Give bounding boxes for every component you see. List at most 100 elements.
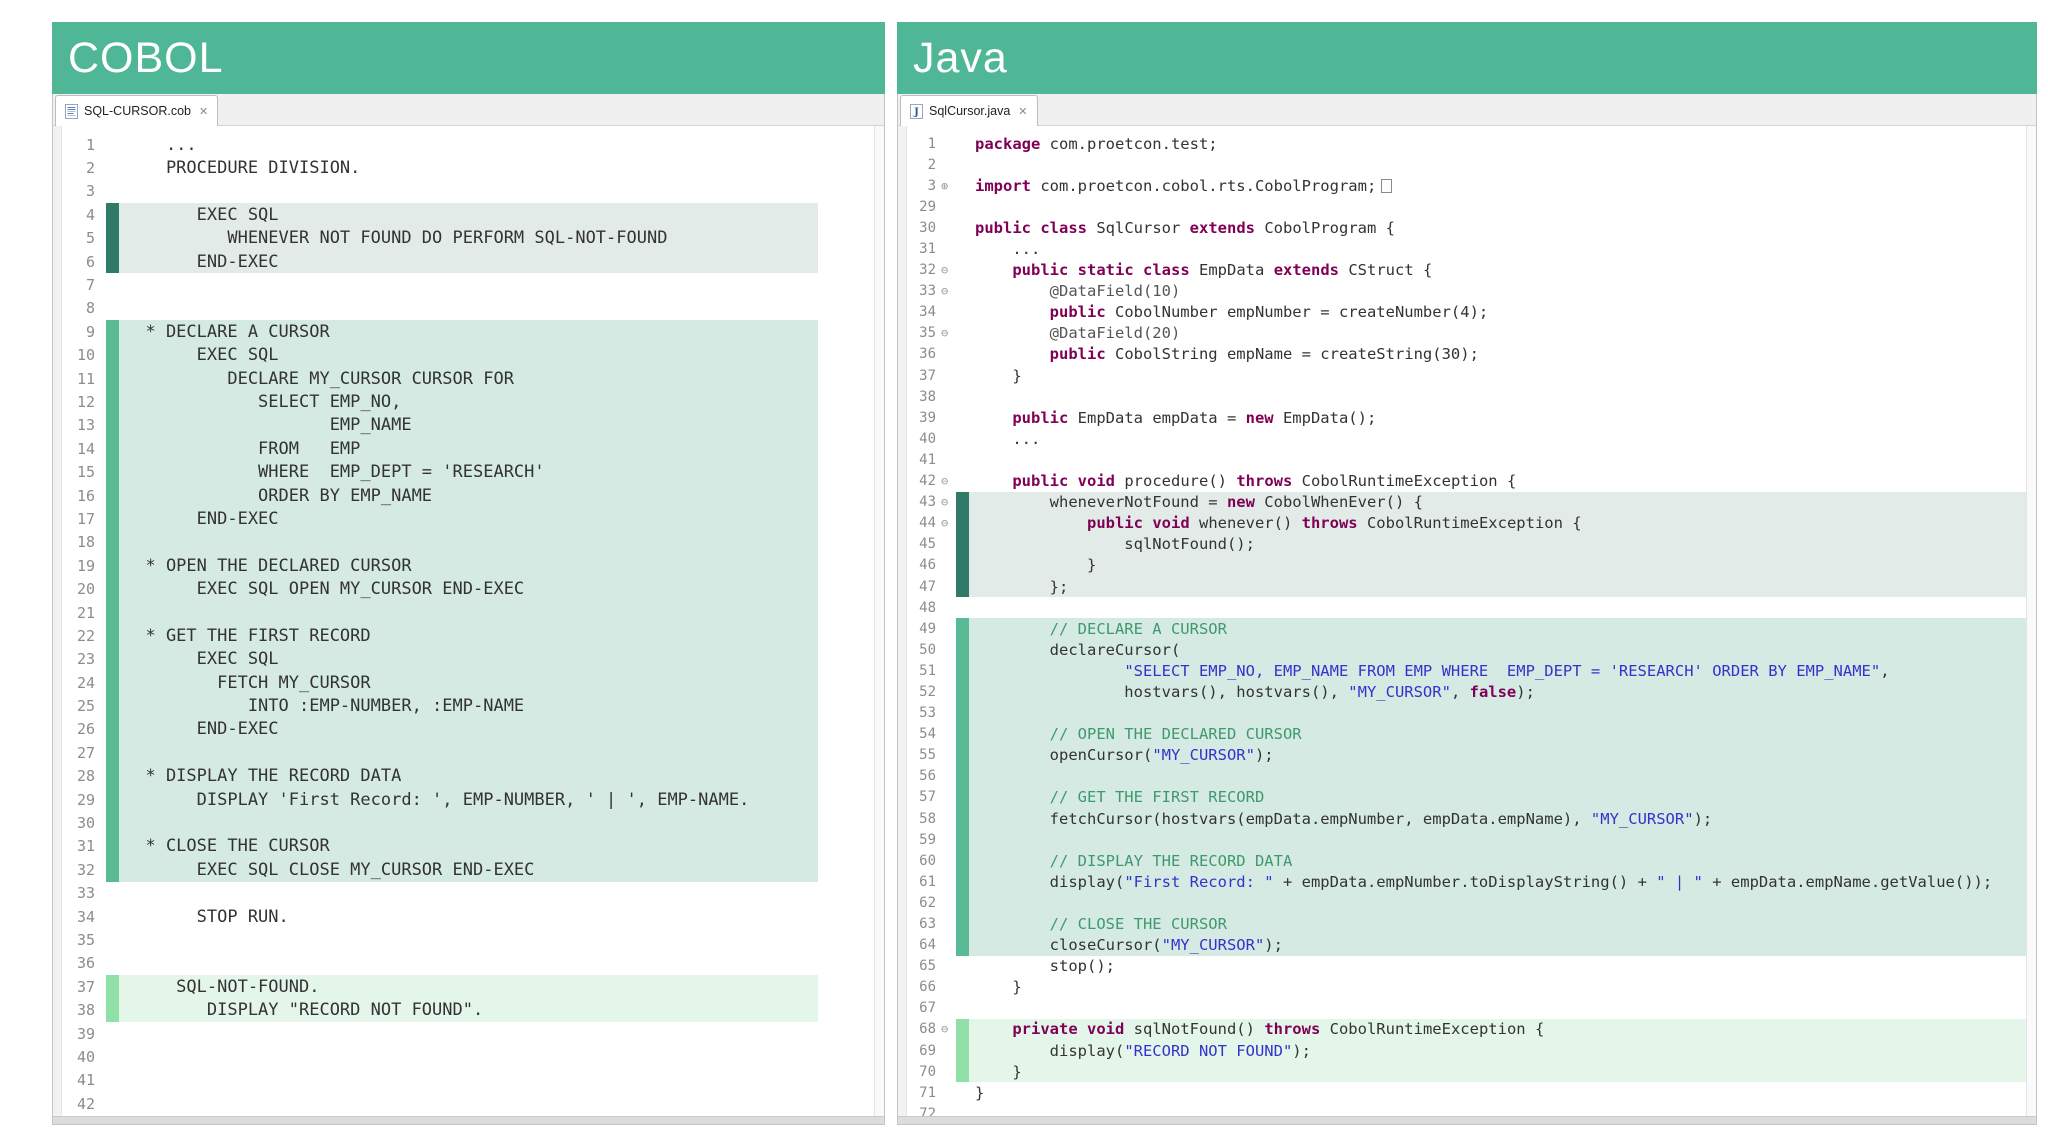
fold-gutter <box>941 1040 956 1061</box>
line-number: 40 <box>61 1045 100 1068</box>
token: display( <box>975 1042 1124 1060</box>
line-number: 36 <box>61 952 100 975</box>
code-text-area: public void whenever() throws CobolRunti… <box>956 513 2026 534</box>
line-number: 34 <box>61 905 100 928</box>
tab-sql-cursor-cob[interactable]: SQL-CURSOR.cob ✕ <box>55 95 218 126</box>
token: // GET THE FIRST RECORD <box>1050 788 1265 806</box>
fold-minus-icon[interactable]: ⊖ <box>941 471 956 492</box>
code-text-area: ... <box>956 238 2026 259</box>
java-tab-filename: SqlCursor.java <box>929 104 1010 118</box>
code-text-area: public CobolString empName = createStrin… <box>956 344 2026 365</box>
tab-sqlcursor-java[interactable]: J SqlCursor.java ✕ <box>900 95 1038 126</box>
line-number: 51 <box>906 660 941 681</box>
code-text: public CobolNumber empNumber = createNum… <box>969 303 1488 321</box>
fold-gutter <box>941 428 956 449</box>
line-number: 1 <box>61 133 100 156</box>
code-text: WHENEVER NOT FOUND DO PERFORM SQL-NOT-FO… <box>119 228 667 248</box>
code-line: 31 * CLOSE THE CURSOR <box>61 835 884 858</box>
token: void <box>1087 1020 1124 1038</box>
line-number: 10 <box>61 344 100 367</box>
tab-close-icon[interactable]: ✕ <box>197 105 208 118</box>
code-line: 31 ... <box>906 238 2036 259</box>
fold-plus-icon[interactable]: ⊕ <box>941 175 956 196</box>
token <box>975 472 1012 490</box>
token: EXEC SQL CLOSE MY_CURSOR END-EXEC <box>125 860 534 880</box>
folded-region-box[interactable] <box>1381 179 1392 193</box>
horizontal-scrollbar-track[interactable] <box>898 1116 2036 1124</box>
code-text-area <box>106 952 818 975</box>
code-text-area: * DECLARE A CURSOR <box>106 320 818 343</box>
code-text: } <box>969 367 1022 385</box>
code-text: }; <box>969 578 1068 596</box>
line-number: 30 <box>61 811 100 834</box>
svg-text:J: J <box>913 107 919 118</box>
code-line: 21 <box>61 601 884 624</box>
cobol-code-editor[interactable]: 1 ...2 PROCEDURE DIVISION.34 EXEC SQL5 W… <box>53 126 884 1116</box>
line-number: 57 <box>906 787 941 808</box>
fold-minus-icon[interactable]: ⊖ <box>941 492 956 513</box>
line-number: 37 <box>61 975 100 998</box>
code-line: 30 <box>61 811 884 834</box>
code-line: 37 SQL-NOT-FOUND. <box>61 975 884 998</box>
line-number: 52 <box>906 681 941 702</box>
bar-spacer <box>956 386 969 407</box>
code-line: 42 <box>61 1092 884 1115</box>
code-line: 1 ... <box>61 133 884 156</box>
bar-spacer <box>956 365 969 386</box>
token: CStruct { <box>1339 261 1432 279</box>
token: procedure() <box>1115 472 1236 490</box>
highlight-bar <box>956 1061 969 1082</box>
token: // DECLARE A CURSOR <box>1050 620 1227 638</box>
fold-gutter <box>941 660 956 681</box>
code-line: 20 EXEC SQL OPEN MY_CURSOR END-EXEC <box>61 577 884 600</box>
fold-minus-icon[interactable]: ⊖ <box>941 281 956 302</box>
token <box>1031 219 1040 237</box>
bar-spacer <box>106 952 119 975</box>
code-text-area: "SELECT EMP_NO, EMP_NAME FROM EMP WHERE … <box>956 660 2026 681</box>
line-number: 69 <box>906 1040 941 1061</box>
fold-gutter <box>941 154 956 175</box>
bar-spacer <box>956 196 969 217</box>
horizontal-scrollbar-track[interactable] <box>53 1116 884 1124</box>
code-text-area: }; <box>956 576 2026 597</box>
code-line: 15 WHERE EMP_DEPT = 'RESEARCH' <box>61 460 884 483</box>
highlight-bar <box>956 850 969 871</box>
token: + empData.empNumber.toDisplayString() + <box>1274 873 1657 891</box>
code-line: 3 <box>61 180 884 203</box>
fold-minus-icon[interactable]: ⊖ <box>941 1019 956 1040</box>
code-line: 4 EXEC SQL <box>61 203 884 226</box>
fold-minus-icon[interactable]: ⊖ <box>941 260 956 281</box>
highlight-bar <box>106 367 119 390</box>
line-number: 44 <box>906 513 941 534</box>
token: SqlCursor <box>1087 219 1190 237</box>
code-text-area <box>956 892 2026 913</box>
code-line: 70 } <box>906 1061 2036 1082</box>
fold-gutter <box>941 576 956 597</box>
token: "RECORD NOT FOUND" <box>1124 1042 1292 1060</box>
line-number: 2 <box>906 154 941 175</box>
code-text: EXEC SQL <box>119 649 279 669</box>
token: PROCEDURE DIVISION. <box>125 158 360 178</box>
line-number: 39 <box>61 1022 100 1045</box>
fold-minus-icon[interactable]: ⊖ <box>941 513 956 534</box>
code-text-area: openCursor("MY_CURSOR"); <box>956 745 2026 766</box>
code-text: EMP_NAME <box>119 415 412 435</box>
line-number: 33 <box>61 882 100 905</box>
highlight-bar <box>106 250 119 273</box>
code-line: 36 public CobolString empName = createSt… <box>906 344 2036 365</box>
code-text-area: } <box>956 555 2026 576</box>
code-text-area <box>956 766 2026 787</box>
tab-close-icon[interactable]: ✕ <box>1016 105 1027 118</box>
code-text-area <box>956 829 2026 850</box>
code-text: ... <box>119 135 197 155</box>
bar-spacer <box>106 133 119 156</box>
token <box>975 915 1050 933</box>
fold-minus-icon[interactable]: ⊖ <box>941 323 956 344</box>
fold-gutter <box>941 745 956 766</box>
java-code-editor[interactable]: 1package com.proetcon.test;23⊕import com… <box>898 126 2036 1116</box>
token: com.proetcon.test; <box>1040 135 1217 153</box>
fold-gutter <box>941 1082 956 1103</box>
fold-gutter <box>941 703 956 724</box>
token: "SELECT EMP_NO, EMP_NAME FROM EMP WHERE … <box>1124 662 1880 680</box>
token: void <box>1152 514 1189 532</box>
